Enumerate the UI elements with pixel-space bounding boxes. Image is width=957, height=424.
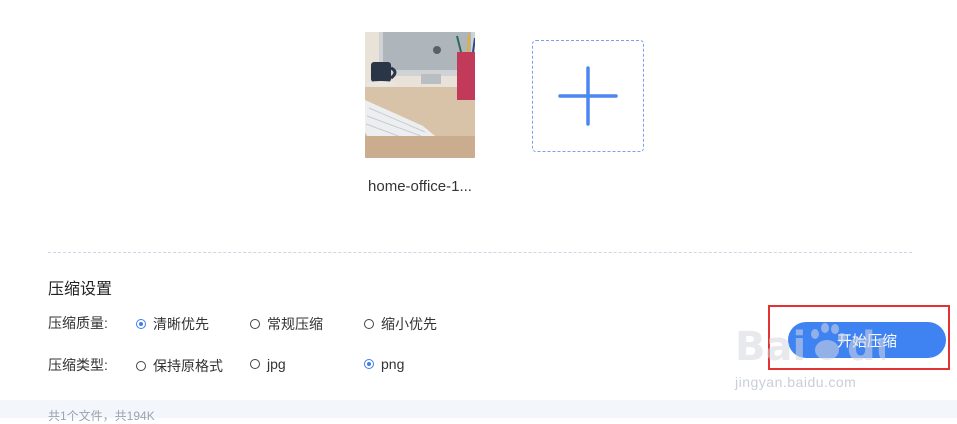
section-divider (48, 252, 912, 253)
photo-thumbnail (365, 32, 475, 158)
quality-label: 压缩质量: (48, 315, 108, 331)
radio-icon[interactable] (136, 361, 146, 371)
type-option-jpg[interactable]: jpg (250, 356, 286, 372)
file-summary: 共1个文件，共194K (48, 409, 155, 423)
type-option-png[interactable]: png (364, 356, 404, 372)
type-option-png-label: png (381, 356, 405, 372)
start-compress-button[interactable]: 开始压缩 (788, 322, 946, 358)
quality-option-smaller[interactable]: 缩小优先 (364, 314, 437, 334)
type-option-jpg-label: jpg (267, 356, 286, 372)
quality-option-clear-label: 清晰优先 (153, 316, 209, 332)
radio-icon[interactable] (250, 319, 260, 329)
quality-option-normal[interactable]: 常规压缩 (250, 314, 323, 334)
quality-option-clear[interactable]: 清晰优先 (136, 314, 209, 334)
plus-icon (558, 66, 618, 126)
uploaded-image-thumbnail[interactable] (365, 32, 475, 158)
quality-option-normal-label: 常规压缩 (267, 316, 323, 332)
radio-selected-icon[interactable] (136, 319, 146, 329)
type-option-original-label: 保持原格式 (153, 358, 223, 374)
uploaded-file-name: home-office-1... (368, 178, 472, 195)
quality-option-smaller-label: 缩小优先 (381, 316, 437, 332)
type-option-original[interactable]: 保持原格式 (136, 356, 223, 376)
radio-icon[interactable] (364, 319, 374, 329)
radio-icon[interactable] (250, 359, 260, 369)
radio-selected-icon[interactable] (364, 359, 374, 369)
compression-settings-title: 压缩设置 (48, 281, 113, 298)
type-label: 压缩类型: (48, 357, 108, 373)
watermark-url: jingyan.baidu.com (735, 374, 857, 390)
add-file-button[interactable] (532, 40, 644, 152)
